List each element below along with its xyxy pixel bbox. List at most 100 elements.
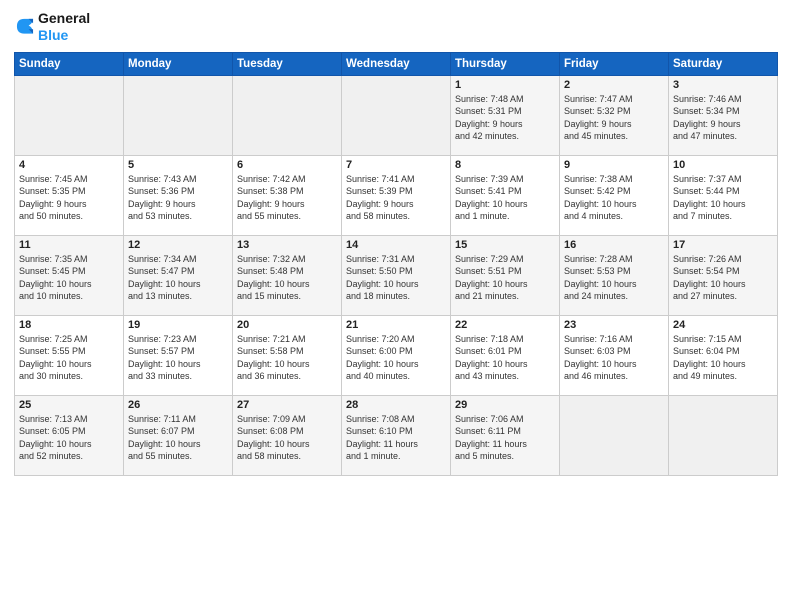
day-info: Sunrise: 7:23 AM Sunset: 5:57 PM Dayligh…	[128, 333, 228, 383]
day-info: Sunrise: 7:09 AM Sunset: 6:08 PM Dayligh…	[237, 413, 337, 463]
day-info: Sunrise: 7:18 AM Sunset: 6:01 PM Dayligh…	[455, 333, 555, 383]
day-number: 27	[237, 399, 337, 411]
day-number: 15	[455, 239, 555, 251]
day-cell: 1Sunrise: 7:48 AM Sunset: 5:31 PM Daylig…	[451, 75, 560, 155]
logo-text: General Blue	[38, 10, 90, 44]
day-cell: 29 Sunrise: 7:06 AM Sunset: 6:11 PM Dayli…	[451, 395, 560, 475]
day-cell	[233, 75, 342, 155]
day-number: 3	[673, 79, 773, 91]
day-cell: 27 Sunrise: 7:09 AM Sunset: 6:08 PM Dayli…	[233, 395, 342, 475]
col-header-saturday: Saturday	[669, 52, 778, 75]
day-number: 11	[19, 239, 119, 251]
day-number: 8	[455, 159, 555, 171]
day-cell: 2 Sunrise: 7:47 AM Sunset: 5:32 PM Daylig…	[560, 75, 669, 155]
day-info: Sunrise: 7:46 AM Sunset: 5:34 PM Dayligh…	[673, 93, 773, 143]
logo: General Blue	[14, 10, 90, 44]
week-row-1: 1Sunrise: 7:48 AM Sunset: 5:31 PM Daylig…	[15, 75, 778, 155]
day-cell: 11 Sunrise: 7:35 AM Sunset: 5:45 PM Dayli…	[15, 235, 124, 315]
day-cell: 20 Sunrise: 7:21 AM Sunset: 5:58 PM Dayli…	[233, 315, 342, 395]
day-cell: 15 Sunrise: 7:29 AM Sunset: 5:51 PM Dayli…	[451, 235, 560, 315]
day-number: 9	[564, 159, 664, 171]
day-number: 4	[19, 159, 119, 171]
day-cell: 13 Sunrise: 7:32 AM Sunset: 5:48 PM Dayli…	[233, 235, 342, 315]
col-header-wednesday: Wednesday	[342, 52, 451, 75]
day-info: Sunrise: 7:38 AM Sunset: 5:42 PM Dayligh…	[564, 173, 664, 223]
day-cell: 19 Sunrise: 7:23 AM Sunset: 5:57 PM Dayli…	[124, 315, 233, 395]
day-cell: 12 Sunrise: 7:34 AM Sunset: 5:47 PM Dayli…	[124, 235, 233, 315]
day-info: Sunrise: 7:32 AM Sunset: 5:48 PM Dayligh…	[237, 253, 337, 303]
day-info: Sunrise: 7:42 AM Sunset: 5:38 PM Dayligh…	[237, 173, 337, 223]
day-cell: 28Sunrise: 7:08 AM Sunset: 6:10 PM Dayli…	[342, 395, 451, 475]
day-cell: 26 Sunrise: 7:11 AM Sunset: 6:07 PM Dayli…	[124, 395, 233, 475]
day-cell: 24 Sunrise: 7:15 AM Sunset: 6:04 PM Dayli…	[669, 315, 778, 395]
week-row-4: 18 Sunrise: 7:25 AM Sunset: 5:55 PM Dayli…	[15, 315, 778, 395]
day-info: Sunrise: 7:48 AM Sunset: 5:31 PM Dayligh…	[455, 93, 555, 143]
day-number: 28	[346, 399, 446, 411]
day-info: Sunrise: 7:21 AM Sunset: 5:58 PM Dayligh…	[237, 333, 337, 383]
day-cell: 16 Sunrise: 7:28 AM Sunset: 5:53 PM Dayli…	[560, 235, 669, 315]
header-row: SundayMondayTuesdayWednesdayThursdayFrid…	[15, 52, 778, 75]
day-number: 14	[346, 239, 446, 251]
day-info: Sunrise: 7:31 AM Sunset: 5:50 PM Dayligh…	[346, 253, 446, 303]
day-number: 13	[237, 239, 337, 251]
day-number: 24	[673, 319, 773, 331]
day-number: 12	[128, 239, 228, 251]
day-cell: 25 Sunrise: 7:13 AM Sunset: 6:05 PM Dayli…	[15, 395, 124, 475]
day-info: Sunrise: 7:25 AM Sunset: 5:55 PM Dayligh…	[19, 333, 119, 383]
day-number: 17	[673, 239, 773, 251]
day-cell	[342, 75, 451, 155]
day-number: 29	[455, 399, 555, 411]
day-number: 25	[19, 399, 119, 411]
day-info: Sunrise: 7:43 AM Sunset: 5:36 PM Dayligh…	[128, 173, 228, 223]
day-cell: 17 Sunrise: 7:26 AM Sunset: 5:54 PM Dayli…	[669, 235, 778, 315]
day-info: Sunrise: 7:29 AM Sunset: 5:51 PM Dayligh…	[455, 253, 555, 303]
main-container: General Blue SundayMondayTuesdayWednesda…	[0, 0, 792, 612]
day-info: Sunrise: 7:16 AM Sunset: 6:03 PM Dayligh…	[564, 333, 664, 383]
day-info: Sunrise: 7:15 AM Sunset: 6:04 PM Dayligh…	[673, 333, 773, 383]
day-number: 10	[673, 159, 773, 171]
col-header-friday: Friday	[560, 52, 669, 75]
col-header-tuesday: Tuesday	[233, 52, 342, 75]
col-header-thursday: Thursday	[451, 52, 560, 75]
day-info: Sunrise: 7:26 AM Sunset: 5:54 PM Dayligh…	[673, 253, 773, 303]
day-cell: 9 Sunrise: 7:38 AM Sunset: 5:42 PM Daylig…	[560, 155, 669, 235]
day-cell: 22 Sunrise: 7:18 AM Sunset: 6:01 PM Dayli…	[451, 315, 560, 395]
day-number: 19	[128, 319, 228, 331]
day-info: Sunrise: 7:34 AM Sunset: 5:47 PM Dayligh…	[128, 253, 228, 303]
day-number: 16	[564, 239, 664, 251]
day-info: Sunrise: 7:39 AM Sunset: 5:41 PM Dayligh…	[455, 173, 555, 223]
day-cell: 4 Sunrise: 7:45 AM Sunset: 5:35 PM Daylig…	[15, 155, 124, 235]
day-cell: 23Sunrise: 7:16 AM Sunset: 6:03 PM Dayli…	[560, 315, 669, 395]
header: General Blue	[14, 10, 778, 44]
day-number: 21	[346, 319, 446, 331]
day-info: Sunrise: 7:37 AM Sunset: 5:44 PM Dayligh…	[673, 173, 773, 223]
day-info: Sunrise: 7:41 AM Sunset: 5:39 PM Dayligh…	[346, 173, 446, 223]
day-number: 22	[455, 319, 555, 331]
day-number: 20	[237, 319, 337, 331]
week-row-3: 11 Sunrise: 7:35 AM Sunset: 5:45 PM Dayli…	[15, 235, 778, 315]
day-cell: 21 Sunrise: 7:20 AM Sunset: 6:00 PM Dayli…	[342, 315, 451, 395]
logo-icon	[14, 16, 36, 38]
day-info: Sunrise: 7:28 AM Sunset: 5:53 PM Dayligh…	[564, 253, 664, 303]
day-info: Sunrise: 7:47 AM Sunset: 5:32 PM Dayligh…	[564, 93, 664, 143]
day-info: Sunrise: 7:11 AM Sunset: 6:07 PM Dayligh…	[128, 413, 228, 463]
day-number: 18	[19, 319, 119, 331]
day-cell	[124, 75, 233, 155]
day-cell	[560, 395, 669, 475]
day-cell	[15, 75, 124, 155]
day-info: Sunrise: 7:35 AM Sunset: 5:45 PM Dayligh…	[19, 253, 119, 303]
day-info: Sunrise: 7:13 AM Sunset: 6:05 PM Dayligh…	[19, 413, 119, 463]
day-number: 5	[128, 159, 228, 171]
day-number: 6	[237, 159, 337, 171]
day-info: Sunrise: 7:06 AM Sunset: 6:11 PM Dayligh…	[455, 413, 555, 463]
col-header-monday: Monday	[124, 52, 233, 75]
col-header-sunday: Sunday	[15, 52, 124, 75]
day-info: Sunrise: 7:20 AM Sunset: 6:00 PM Dayligh…	[346, 333, 446, 383]
day-number: 7	[346, 159, 446, 171]
day-number: 2	[564, 79, 664, 91]
day-number: 26	[128, 399, 228, 411]
day-cell: 10 Sunrise: 7:37 AM Sunset: 5:44 PM Dayli…	[669, 155, 778, 235]
day-info: Sunrise: 7:45 AM Sunset: 5:35 PM Dayligh…	[19, 173, 119, 223]
week-row-5: 25 Sunrise: 7:13 AM Sunset: 6:05 PM Dayli…	[15, 395, 778, 475]
day-cell	[669, 395, 778, 475]
